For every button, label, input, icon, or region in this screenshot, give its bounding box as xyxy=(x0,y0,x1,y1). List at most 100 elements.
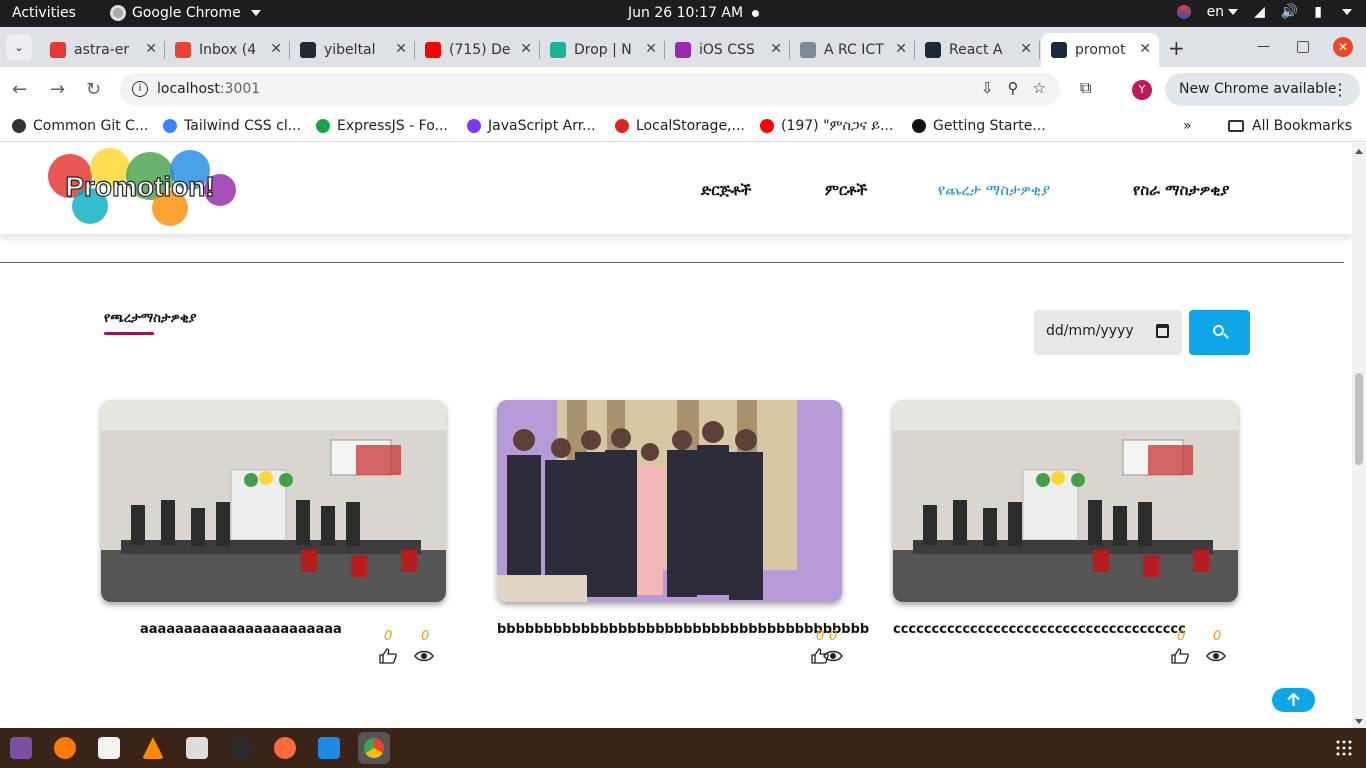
bookmark-item[interactable]: LocalStorage,... xyxy=(615,118,745,134)
bookmark-favicon-icon xyxy=(615,119,629,133)
nav-tenders[interactable]: የጨረታ ማስታዎቂያ xyxy=(938,181,1050,199)
all-bookmarks-button[interactable]: All Bookmarks xyxy=(1228,118,1352,134)
tab-strip: ⌄ astra-er ✕ Inbox (4 ✕ yibeltal ✕ (715) De ✕ Dr… xyxy=(0,27,1366,67)
terminal-icon[interactable] xyxy=(230,737,252,759)
app-grid-icon[interactable] xyxy=(1336,740,1352,756)
vscode-icon[interactable] xyxy=(318,737,340,759)
card-image[interactable] xyxy=(101,400,446,602)
tab-2[interactable]: yibeltal ✕ xyxy=(290,33,415,67)
close-tab-icon[interactable]: ✕ xyxy=(895,41,907,57)
eye-icon[interactable] xyxy=(414,648,434,664)
eye-icon[interactable] xyxy=(1206,648,1226,664)
tab-5[interactable]: iOS CSS ✕ xyxy=(665,33,790,67)
card-title[interactable]: cccccccccccccccccccccccccccccccccccccc xyxy=(893,622,1186,637)
profile-avatar[interactable]: Y xyxy=(1132,80,1152,100)
tab-0[interactable]: astra-er ✕ xyxy=(40,33,165,67)
bookmark-item[interactable]: JavaScript Arr... xyxy=(467,118,596,134)
bookmark-favicon-icon xyxy=(12,119,26,133)
thumbs-up-icon[interactable] xyxy=(378,648,398,664)
bookmark-label: JavaScript Arr... xyxy=(488,118,596,134)
page-viewport: Promotion! ድርጅቶች ምርቶች የጨረታ ማስታዎቂያ የስራ ማስ… xyxy=(0,143,1352,728)
tab-6[interactable]: A RC ICT ✕ xyxy=(790,33,915,67)
card-image[interactable] xyxy=(497,400,842,602)
group-photo xyxy=(497,400,842,602)
eye-icon[interactable] xyxy=(823,648,843,664)
tab-8[interactable]: promot ✕ xyxy=(1041,33,1159,67)
card-title[interactable]: bbbbbbbbbbbbbbbbbbbbbbbbbbbbbbbbbbbbbbbb xyxy=(497,622,869,637)
tab-7[interactable]: React A ✕ xyxy=(915,33,1040,67)
view-count: 0 xyxy=(829,629,838,644)
files-icon[interactable] xyxy=(186,737,208,759)
search-icon-handle xyxy=(1223,333,1229,339)
scroll-to-top-button[interactable] xyxy=(1272,688,1315,712)
close-window-button[interactable]: ✕ xyxy=(1333,37,1353,57)
close-tab-icon[interactable]: ✕ xyxy=(520,41,532,57)
close-tab-icon[interactable]: ✕ xyxy=(395,41,407,57)
nav-products[interactable]: ምርቶች xyxy=(825,181,867,199)
scroll-down-arrow[interactable] xyxy=(1355,719,1363,724)
bookmark-item[interactable]: (197) "ምስጋና ይ... xyxy=(760,118,893,134)
search-button[interactable] xyxy=(1189,310,1250,355)
bookmark-star-icon[interactable]: ☆ xyxy=(1033,79,1046,97)
address-bar[interactable]: i localhost:3001 ⇩ ⚲ ☆ xyxy=(120,73,1060,106)
site-info-icon[interactable]: i xyxy=(132,81,148,97)
site-header: Promotion! ድርጅቶች ምርቶች የጨረታ ማስታዎቂያ የስራ ማስ… xyxy=(0,143,1352,234)
close-tab-icon[interactable]: ✕ xyxy=(270,41,282,57)
forward-button[interactable]: → xyxy=(50,79,65,100)
tab-3[interactable]: (715) De ✕ xyxy=(415,33,540,67)
tab-search-button[interactable]: ⌄ xyxy=(6,34,32,60)
card-image[interactable] xyxy=(893,400,1238,602)
new-tab-button[interactable]: + xyxy=(1168,36,1185,60)
scroll-up-arrow[interactable] xyxy=(1355,149,1363,154)
bookmark-item[interactable]: Getting Starte... xyxy=(912,118,1046,134)
tab-4[interactable]: Drop | N ✕ xyxy=(540,33,665,67)
date-placeholder: dd/mm/yyyy xyxy=(1046,323,1134,339)
maximize-button[interactable] xyxy=(1297,41,1309,53)
language-indicator[interactable]: en xyxy=(1207,4,1239,20)
bookmark-item[interactable]: Common Git C... xyxy=(12,118,148,134)
reload-button[interactable]: ↻ xyxy=(86,79,101,100)
system-tray[interactable]: en ◢ 🔊 ▮ xyxy=(1176,4,1352,20)
chrome-dock-icon[interactable] xyxy=(358,732,390,764)
page-scrollbar[interactable] xyxy=(1352,143,1366,728)
tab-1[interactable]: Inbox (4 ✕ xyxy=(165,33,290,67)
url-text[interactable]: localhost:3001 xyxy=(157,81,260,97)
card-title[interactable]: aaaaaaaaaaaaaaaaaaaaaaa xyxy=(140,622,342,637)
video-app-icon[interactable] xyxy=(10,737,32,759)
scrollbar-thumb[interactable] xyxy=(1355,373,1363,465)
minimize-button[interactable]: — xyxy=(1257,39,1270,54)
bookmark-item[interactable]: ExpressJS - Fo... xyxy=(316,118,448,134)
close-tab-icon[interactable]: ✕ xyxy=(770,41,782,57)
date-filter-input[interactable]: dd/mm/yyyy xyxy=(1034,310,1182,355)
taskbar xyxy=(0,728,1366,768)
update-chrome-button[interactable]: New Chrome available ⋮ xyxy=(1165,73,1360,106)
postman-icon[interactable] xyxy=(274,737,296,759)
more-bookmarks-icon[interactable]: » xyxy=(1183,118,1192,134)
tab-title: React A xyxy=(949,42,1003,58)
app-menu[interactable]: Google Chrome xyxy=(110,5,261,21)
back-button[interactable]: ← xyxy=(12,79,27,100)
activities-button[interactable]: Activities xyxy=(12,5,76,21)
color-picker-icon[interactable] xyxy=(1176,5,1191,19)
text-editor-icon[interactable] xyxy=(98,737,120,759)
close-tab-icon[interactable]: ✕ xyxy=(145,41,157,57)
bookmark-item[interactable]: Tailwind CSS cl... xyxy=(163,118,301,134)
tab-title: (715) De xyxy=(449,42,511,58)
install-app-icon[interactable]: ⇩ xyxy=(981,79,994,97)
close-tab-icon[interactable]: ✕ xyxy=(1139,41,1151,57)
firefox-icon[interactable] xyxy=(54,737,76,759)
view-count: 0 xyxy=(421,629,430,644)
vlc-icon[interactable] xyxy=(142,737,164,759)
promotion-logo[interactable]: Promotion! xyxy=(40,146,240,228)
divider xyxy=(0,262,1344,263)
close-tab-icon[interactable]: ✕ xyxy=(645,41,657,57)
close-tab-icon[interactable]: ✕ xyxy=(1020,41,1032,57)
clock[interactable]: Jun 26 10:17 AM xyxy=(628,5,743,21)
nav-jobs[interactable]: የስራ ማስታዎቂያ xyxy=(1133,181,1229,199)
zoom-icon[interactable]: ⚲ xyxy=(1008,79,1019,97)
nav-organizations[interactable]: ድርጅቶች xyxy=(701,181,751,199)
calendar-icon[interactable] xyxy=(1156,324,1169,338)
kebab-menu-icon[interactable]: ⋮ xyxy=(1332,80,1348,99)
extensions-icon[interactable]: ⧉ xyxy=(1080,78,1091,98)
thumbs-up-icon[interactable] xyxy=(1170,648,1190,664)
